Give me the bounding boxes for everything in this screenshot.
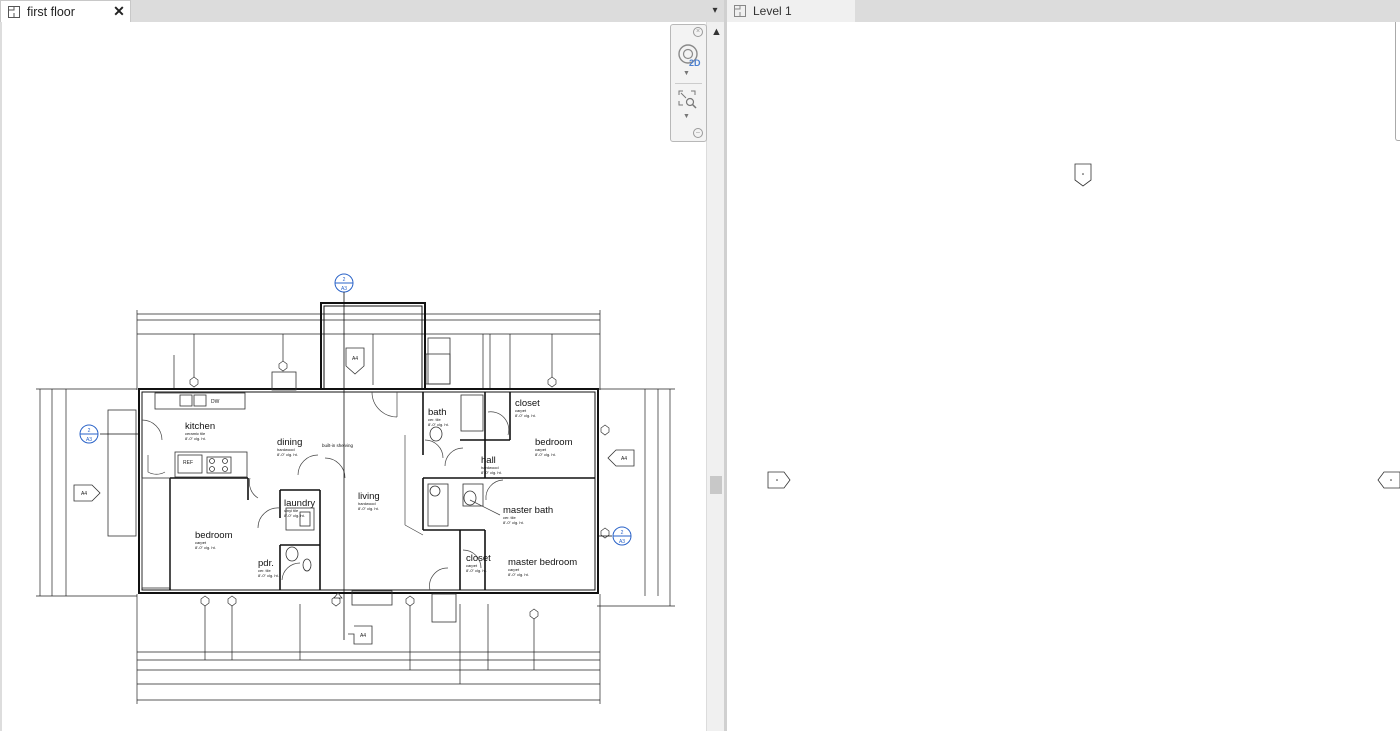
- room-laundry-ceiling: 8'-0" clg. ht.: [284, 513, 305, 518]
- level-1-canvas: [767, 163, 1400, 489]
- left-view-scrollbar[interactable]: ▲: [706, 22, 725, 731]
- room-closet-bottom-ceiling: 8'-0" clg. ht.: [466, 568, 487, 573]
- tab-level-1-label: Level 1: [753, 4, 792, 18]
- section-num-top[interactable]: 2: [343, 277, 346, 283]
- elevation-marker-north[interactable]: [1074, 163, 1092, 187]
- dishwasher-label: DW: [211, 399, 220, 405]
- elevation-tag-east[interactable]: A4: [621, 456, 627, 462]
- scroll-up-arrow-icon[interactable]: ▲: [711, 26, 722, 38]
- elevation-tag-west[interactable]: A4: [81, 491, 87, 497]
- left-tab-bar: first floor ✕ ▾: [0, 0, 724, 23]
- elevation-marker-east[interactable]: [1377, 471, 1400, 489]
- room-pdr-ceiling: 8'-0" clg. ht.: [258, 573, 279, 578]
- tab-level-1[interactable]: Level 1: [727, 0, 855, 22]
- room-living-ceiling: 8'-0" clg. ht.: [358, 506, 379, 511]
- section-num-left[interactable]: 2: [88, 428, 91, 434]
- room-dining-ceiling: 8'-0" clg. ht.: [277, 452, 298, 457]
- built-in-shelving-note: built-in shelving: [322, 443, 354, 448]
- right-scrollbar-edge[interactable]: [1395, 22, 1400, 141]
- tab-first-floor-label: first floor: [27, 4, 75, 19]
- section-tag-left[interactable]: A3: [86, 437, 92, 443]
- floor-plan-drawing: A4 A4 A4 A4 2 A3 2 A3 2 A3 DW REF kitche…: [36, 273, 675, 704]
- scrollbar-thumb[interactable]: [710, 476, 722, 494]
- room-hall-ceiling: 8'-0" clg. ht.: [481, 470, 502, 475]
- elevation-marker-west[interactable]: [767, 471, 791, 489]
- elevation-tag-south[interactable]: A4: [360, 633, 366, 639]
- right-tab-bar: Level 1: [727, 0, 1400, 23]
- section-num-right[interactable]: 2: [621, 530, 624, 536]
- elevation-tag-north[interactable]: A4: [352, 356, 358, 362]
- room-bath-ceiling: 8'-0" clg. ht.: [428, 422, 449, 427]
- room-bedroom-right-ceiling: 8'-0" clg. ht.: [535, 452, 556, 457]
- section-tag-top[interactable]: A3: [341, 286, 347, 292]
- section-tag-right[interactable]: A3: [619, 539, 625, 545]
- tab-first-floor[interactable]: first floor ✕: [0, 0, 131, 22]
- room-bedroom-left-ceiling: 8'-0" clg. ht.: [195, 545, 216, 550]
- room-master-bath-ceiling: 8'-0" clg. ht.: [503, 520, 524, 525]
- room-kitchen-ceiling: 8'-0" clg. ht.: [185, 436, 206, 441]
- level-1-view[interactable]: [727, 22, 1400, 731]
- tab-menu-dropdown-icon[interactable]: ▾: [709, 5, 721, 17]
- room-closet-top-ceiling: 8'-0" clg. ht.: [515, 413, 536, 418]
- close-tab-icon[interactable]: ✕: [112, 4, 126, 18]
- floor-plan-view-icon: [8, 5, 20, 18]
- floor-plan-view-icon-right: [734, 5, 746, 17]
- refrigerator-label: REF: [183, 460, 193, 466]
- room-master-bedroom-ceiling: 8'-0" clg. ht.: [508, 572, 529, 577]
